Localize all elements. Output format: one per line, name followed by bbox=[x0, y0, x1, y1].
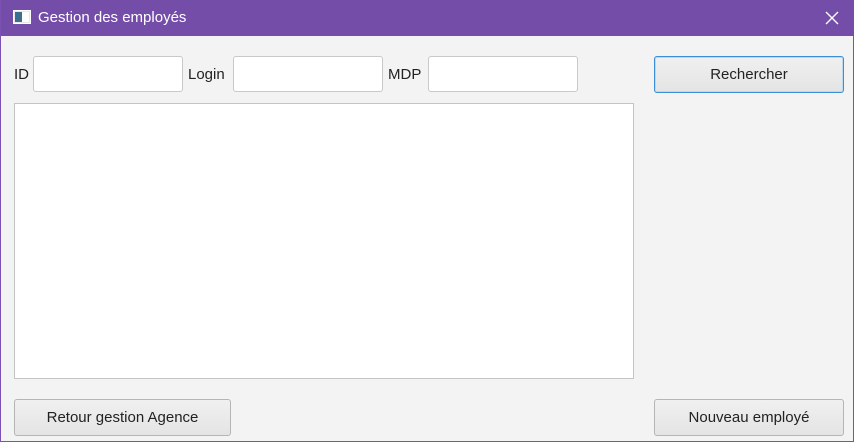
new-employee-button[interactable]: Nouveau employé bbox=[654, 399, 844, 436]
id-label: ID bbox=[14, 66, 29, 83]
id-input[interactable] bbox=[33, 56, 183, 92]
app-icon bbox=[13, 10, 31, 24]
title-bar: Gestion des employés bbox=[1, 0, 854, 36]
mdp-input[interactable] bbox=[428, 56, 578, 92]
close-icon bbox=[825, 11, 839, 25]
window-title: Gestion des employés bbox=[38, 9, 187, 26]
mdp-label: MDP bbox=[388, 66, 422, 83]
main-window: Gestion des employés ID Login MDP Recher… bbox=[0, 0, 854, 442]
login-label: Login bbox=[188, 66, 225, 83]
employee-list[interactable] bbox=[14, 103, 634, 379]
close-button[interactable] bbox=[809, 0, 854, 36]
login-input[interactable] bbox=[233, 56, 383, 92]
search-button[interactable]: Rechercher bbox=[654, 56, 844, 93]
back-agency-button[interactable]: Retour gestion Agence bbox=[14, 399, 231, 436]
